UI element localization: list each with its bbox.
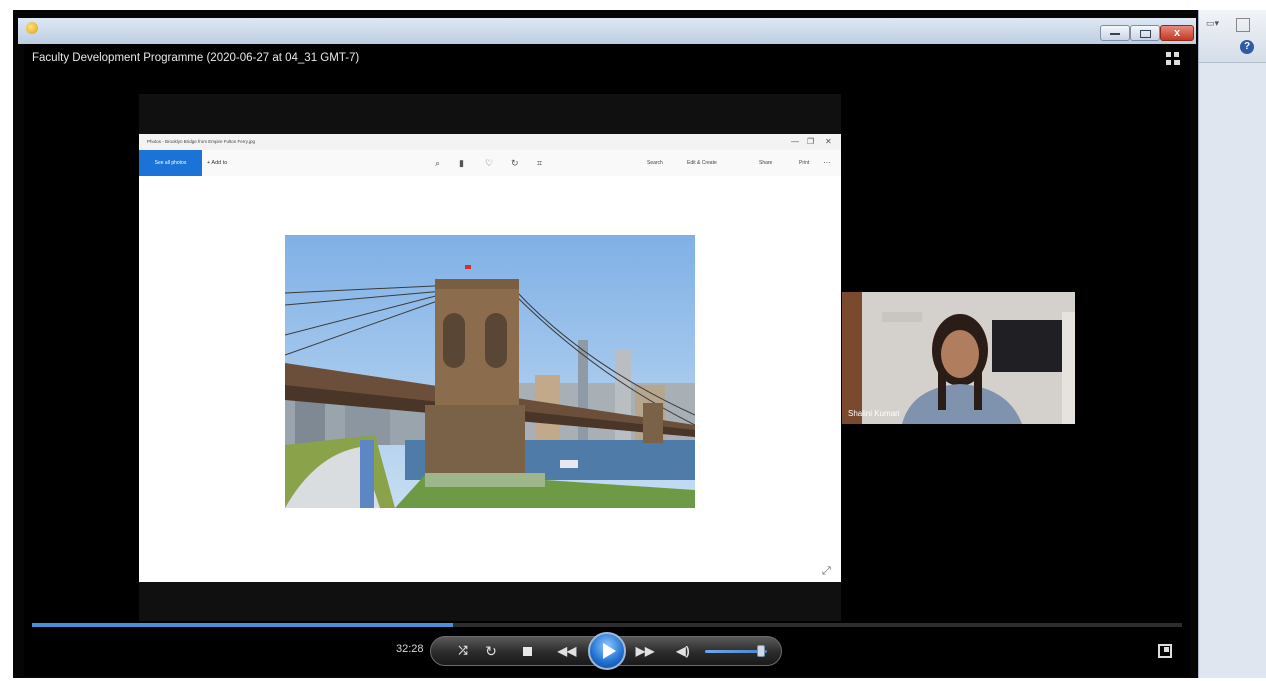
window-titlebar[interactable]: [18, 18, 1196, 44]
switch-to-library-icon[interactable]: [1158, 644, 1172, 658]
search-menu: Search: [647, 160, 663, 166]
video-title: Faculty Development Programme (2020-06-2…: [32, 52, 360, 64]
photos-close-icon: ✕: [825, 137, 832, 146]
crop-icon: ⌗: [537, 158, 543, 168]
previous-button[interactable]: ◀◀: [553, 640, 581, 662]
seek-bar-progress: [32, 623, 453, 627]
next-button[interactable]: ▶▶: [631, 640, 659, 662]
photos-minimize-icon: —: [791, 137, 799, 146]
side-panel-button[interactable]: ▭▾: [1206, 18, 1228, 32]
close-button[interactable]: x: [1160, 25, 1194, 41]
stop-icon: [522, 647, 532, 656]
photos-titlebar: Photos - Brooklyn Bridge from Empire Ful…: [139, 134, 841, 150]
zoom-icon: ⌕: [435, 158, 441, 168]
maximize-button[interactable]: [1130, 25, 1160, 41]
shuffle-button[interactable]: ⤮: [452, 640, 474, 662]
media-player-app-icon: [26, 22, 38, 34]
stop-button[interactable]: [516, 640, 538, 662]
share-menu: Share: [759, 160, 773, 166]
minimize-button[interactable]: [1100, 25, 1130, 41]
delete-icon: ▮: [459, 158, 464, 168]
bridge-photo: [285, 235, 695, 508]
photos-restore-icon: ❐: [807, 137, 815, 146]
side-panel: [1198, 10, 1266, 678]
side-panel-restore-button[interactable]: [1236, 18, 1250, 32]
mute-button[interactable]: ◀): [672, 640, 694, 662]
print-menu: Print: [799, 160, 810, 166]
see-all-photos-button: See all photos: [139, 150, 202, 176]
favorite-icon: ♡: [485, 158, 494, 168]
play-icon: [603, 643, 616, 659]
add-to-button: + Add to: [207, 160, 228, 166]
play-button[interactable]: [588, 632, 626, 670]
volume-slider-thumb[interactable]: [756, 645, 765, 657]
photos-toolbar: See all photos + Add to ⌕ ▮ ♡ ↻ ⌗ Search…: [139, 150, 841, 176]
participant-name: Shalini Kumari: [848, 409, 900, 418]
fullscreen-icon[interactable]: [1166, 52, 1180, 66]
help-icon[interactable]: ?: [1240, 40, 1254, 54]
maximize-icon: [1139, 30, 1151, 38]
participant-video-tile[interactable]: [842, 292, 1075, 424]
expand-icon: ⤢: [822, 565, 831, 577]
more-icon: ···: [823, 158, 831, 167]
photos-title: Photos - Brooklyn Bridge from Empire Ful…: [147, 139, 255, 144]
edit-create-menu: Edit & Create: [687, 160, 717, 166]
repeat-button[interactable]: ↻: [480, 640, 502, 662]
elapsed-time: 32:28: [396, 643, 424, 655]
rotate-icon: ↻: [511, 158, 519, 168]
minimize-icon: [1110, 33, 1120, 35]
